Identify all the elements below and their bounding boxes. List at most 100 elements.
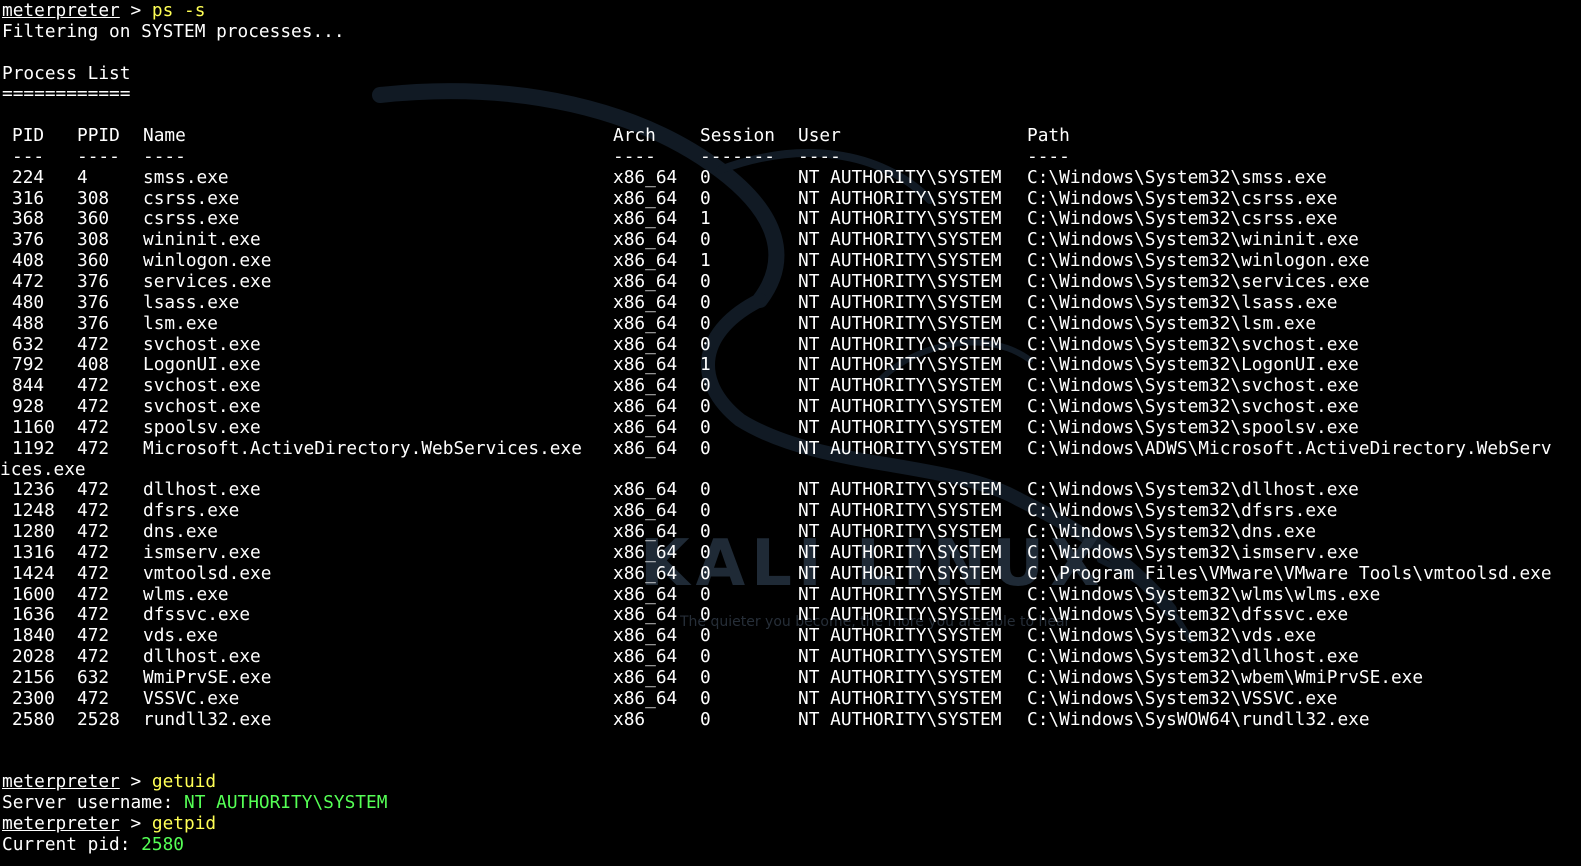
command-line-getuid: meterpreter > getuid	[2, 771, 1581, 793]
table-row-name: dfssvc.exe	[143, 604, 251, 626]
table-row-arch: x86_64	[613, 500, 678, 522]
table-row-session: 1	[700, 354, 711, 376]
table-row-pid: 2028	[12, 646, 55, 668]
table-row-path: C:\Windows\System32\LogonUI.exe	[1027, 354, 1359, 376]
table-row-pid: 2300	[12, 687, 55, 709]
table-row-session: 0	[700, 604, 711, 626]
table-row: 928 472 svchost.exe x86_64 0 NT AUTHORITY\SYS…	[2, 396, 1581, 418]
table-divider-ppid: ----	[77, 145, 120, 167]
prompt-label: meterpreter	[2, 812, 120, 834]
table-row: 632 472 svchost.exe x86_64 0 NT AUTHORITY\SYS…	[2, 333, 1581, 356]
table-row-name: vds.exe	[143, 625, 218, 647]
table-row: 472 376 services.exe x86_64 0 NT AUTHORITY\SY…	[2, 270, 1581, 293]
table-row-arch: x86_64	[613, 375, 678, 397]
table-row-pid: 368	[12, 208, 45, 230]
table-row-ppid: 472	[77, 541, 110, 563]
terminal-window[interactable]: KALI LINUX The quieter you become, the m…	[0, 0, 1581, 866]
table-row-path: C:\Windows\System32\spoolsv.exe	[1027, 416, 1359, 438]
pid-value: 2580	[141, 833, 184, 855]
table-row-ppid: 360	[77, 208, 110, 230]
table-row-ppid: 472	[77, 687, 110, 709]
table-row-ppid: 376	[77, 312, 110, 334]
table-row-pid: 1316	[12, 541, 55, 563]
table-row: 1248 472 dfsrs.exe x86_64 0 NT AUTHORITY\SYST…	[2, 500, 1581, 522]
process-list-title: Process List	[2, 62, 131, 84]
table-row-session: 0	[700, 500, 711, 522]
table-row: 2580 2528 rundll32.exe x86 0 NT AUTHORITY\SYS…	[2, 708, 1581, 731]
table-divider-name: ----	[143, 145, 186, 167]
table-row-arch: x86_64	[613, 229, 678, 251]
prompt-label: meterpreter	[2, 0, 120, 21]
pid-output: Current pid: 2580	[2, 833, 1581, 856]
table-row: 376 308 wininit.exe x86_64 0 NT AUTHORITY\SYS…	[2, 229, 1581, 251]
table-row-ppid: 472	[77, 375, 110, 397]
table-row-pid: 1236	[12, 479, 55, 501]
table-row-session: 0	[700, 687, 711, 709]
table-row-session: 0	[700, 437, 711, 459]
table-row-user: NT AUTHORITY\SYSTEM	[798, 708, 1002, 730]
table-row-session: 0	[700, 270, 711, 292]
table-row-pid: 472	[12, 270, 45, 292]
uid-value: NT AUTHORITY\SYSTEM	[184, 792, 388, 814]
table-row: 408 360 winlogon.exe x86_64 1 NT AUTHORITY\SY…	[2, 250, 1581, 272]
table-divider-path: ----	[1027, 145, 1070, 167]
table-row-user: NT AUTHORITY\SYSTEM	[798, 291, 1002, 313]
table-row-name: lsm.exe	[143, 312, 218, 334]
table-row-name: services.exe	[143, 270, 272, 292]
command-text: ps -s	[151, 0, 206, 21]
table-row-arch: x86_64	[613, 479, 678, 501]
table-row-path: C:\Windows\System32\dns.exe	[1027, 521, 1317, 543]
table-row-ppid: 472	[77, 604, 110, 626]
pid-label: Current pid:	[2, 833, 142, 855]
table-row-user: NT AUTHORITY\SYSTEM	[798, 541, 1002, 563]
table-row: 792 408 LogonUI.exe x86_64 1 NT AUTHORITY\SYS…	[2, 354, 1581, 376]
table-row-session: 0	[700, 479, 711, 501]
table-row-path: C:\Windows\SysWOW64\rundll32.exe	[1027, 708, 1370, 730]
terminal-output: meterpreter > ps -s Filtering on SYSTEM …	[0, 0, 1581, 856]
table-row-ppid: 4	[77, 166, 88, 188]
table-row: 1424 472 vmtoolsd.exe x86_64 0 NT AUTHORITY\S…	[2, 563, 1581, 585]
table-row-pid: 1248	[12, 500, 55, 522]
table-row-ppid: 472	[77, 646, 110, 668]
table-row-session: 0	[700, 333, 711, 355]
table-row-name: ismserv.exe	[143, 541, 261, 563]
table-row-pid: 488	[12, 312, 45, 334]
table-row-arch: x86_64	[613, 646, 678, 668]
table-row-ppid: 408	[77, 354, 110, 376]
table-row-arch: x86_64	[613, 166, 678, 188]
table-row-arch: x86_64	[613, 270, 678, 292]
table-row-path: C:\Windows\System32\wlms\wlms.exe	[1027, 583, 1381, 605]
table-row-path: C:\Windows\System32\smss.exe	[1027, 166, 1327, 188]
table-row-session: 0	[700, 708, 711, 730]
table-row-path: C:\Windows\ADWS\Microsoft.ActiveDirector…	[1027, 437, 1552, 459]
table-row-pid: 408	[12, 250, 45, 272]
table-divider-user: ----	[798, 145, 841, 167]
table-row-user: NT AUTHORITY\SYSTEM	[798, 396, 1002, 418]
table-row-arch: x86_64	[613, 416, 678, 438]
table-header-arch: Arch	[613, 125, 656, 147]
table-row-ppid: 472	[77, 583, 110, 605]
table-row-pid: 928	[12, 396, 45, 418]
table-row-name: svchost.exe	[143, 396, 261, 418]
table-row-name: WmiPrvSE.exe	[143, 667, 272, 688]
prompt-label: meterpreter	[2, 771, 120, 793]
table-row-arch: x86_64	[613, 437, 678, 459]
table-row-arch: x86_64	[613, 291, 678, 313]
table-row: 2156 632 WmiPrvSE.exe x86_64 0 NT AUTHORITY\S…	[2, 667, 1581, 689]
table-row-arch: x86_64	[613, 354, 678, 376]
table-row-session: 1	[700, 250, 711, 272]
table-row-name: wlms.exe	[143, 583, 229, 605]
table-row-arch: x86_64	[613, 583, 678, 605]
table-row-pid: 1280	[12, 521, 55, 543]
table-row-user: NT AUTHORITY\SYSTEM	[798, 625, 1002, 647]
table-row: 1636 472 dfssvc.exe x86_64 0 NT AUTHORITY\SYS…	[2, 605, 1581, 626]
table-row-session: 0	[700, 667, 711, 688]
table-row: 1316 472 ismserv.exe x86_64 0 NT AUTHORITY\SY…	[2, 541, 1581, 564]
table-row-user: NT AUTHORITY\SYSTEM	[798, 250, 1002, 272]
table-row: 1840 472 vds.exe x86_64 0 NT AUTHORITY\SYSTEM…	[2, 625, 1581, 647]
table-row-user: NT AUTHORITY\SYSTEM	[798, 687, 1002, 709]
table-header-user: User	[798, 125, 841, 147]
table-row-name: dllhost.exe	[143, 479, 261, 501]
